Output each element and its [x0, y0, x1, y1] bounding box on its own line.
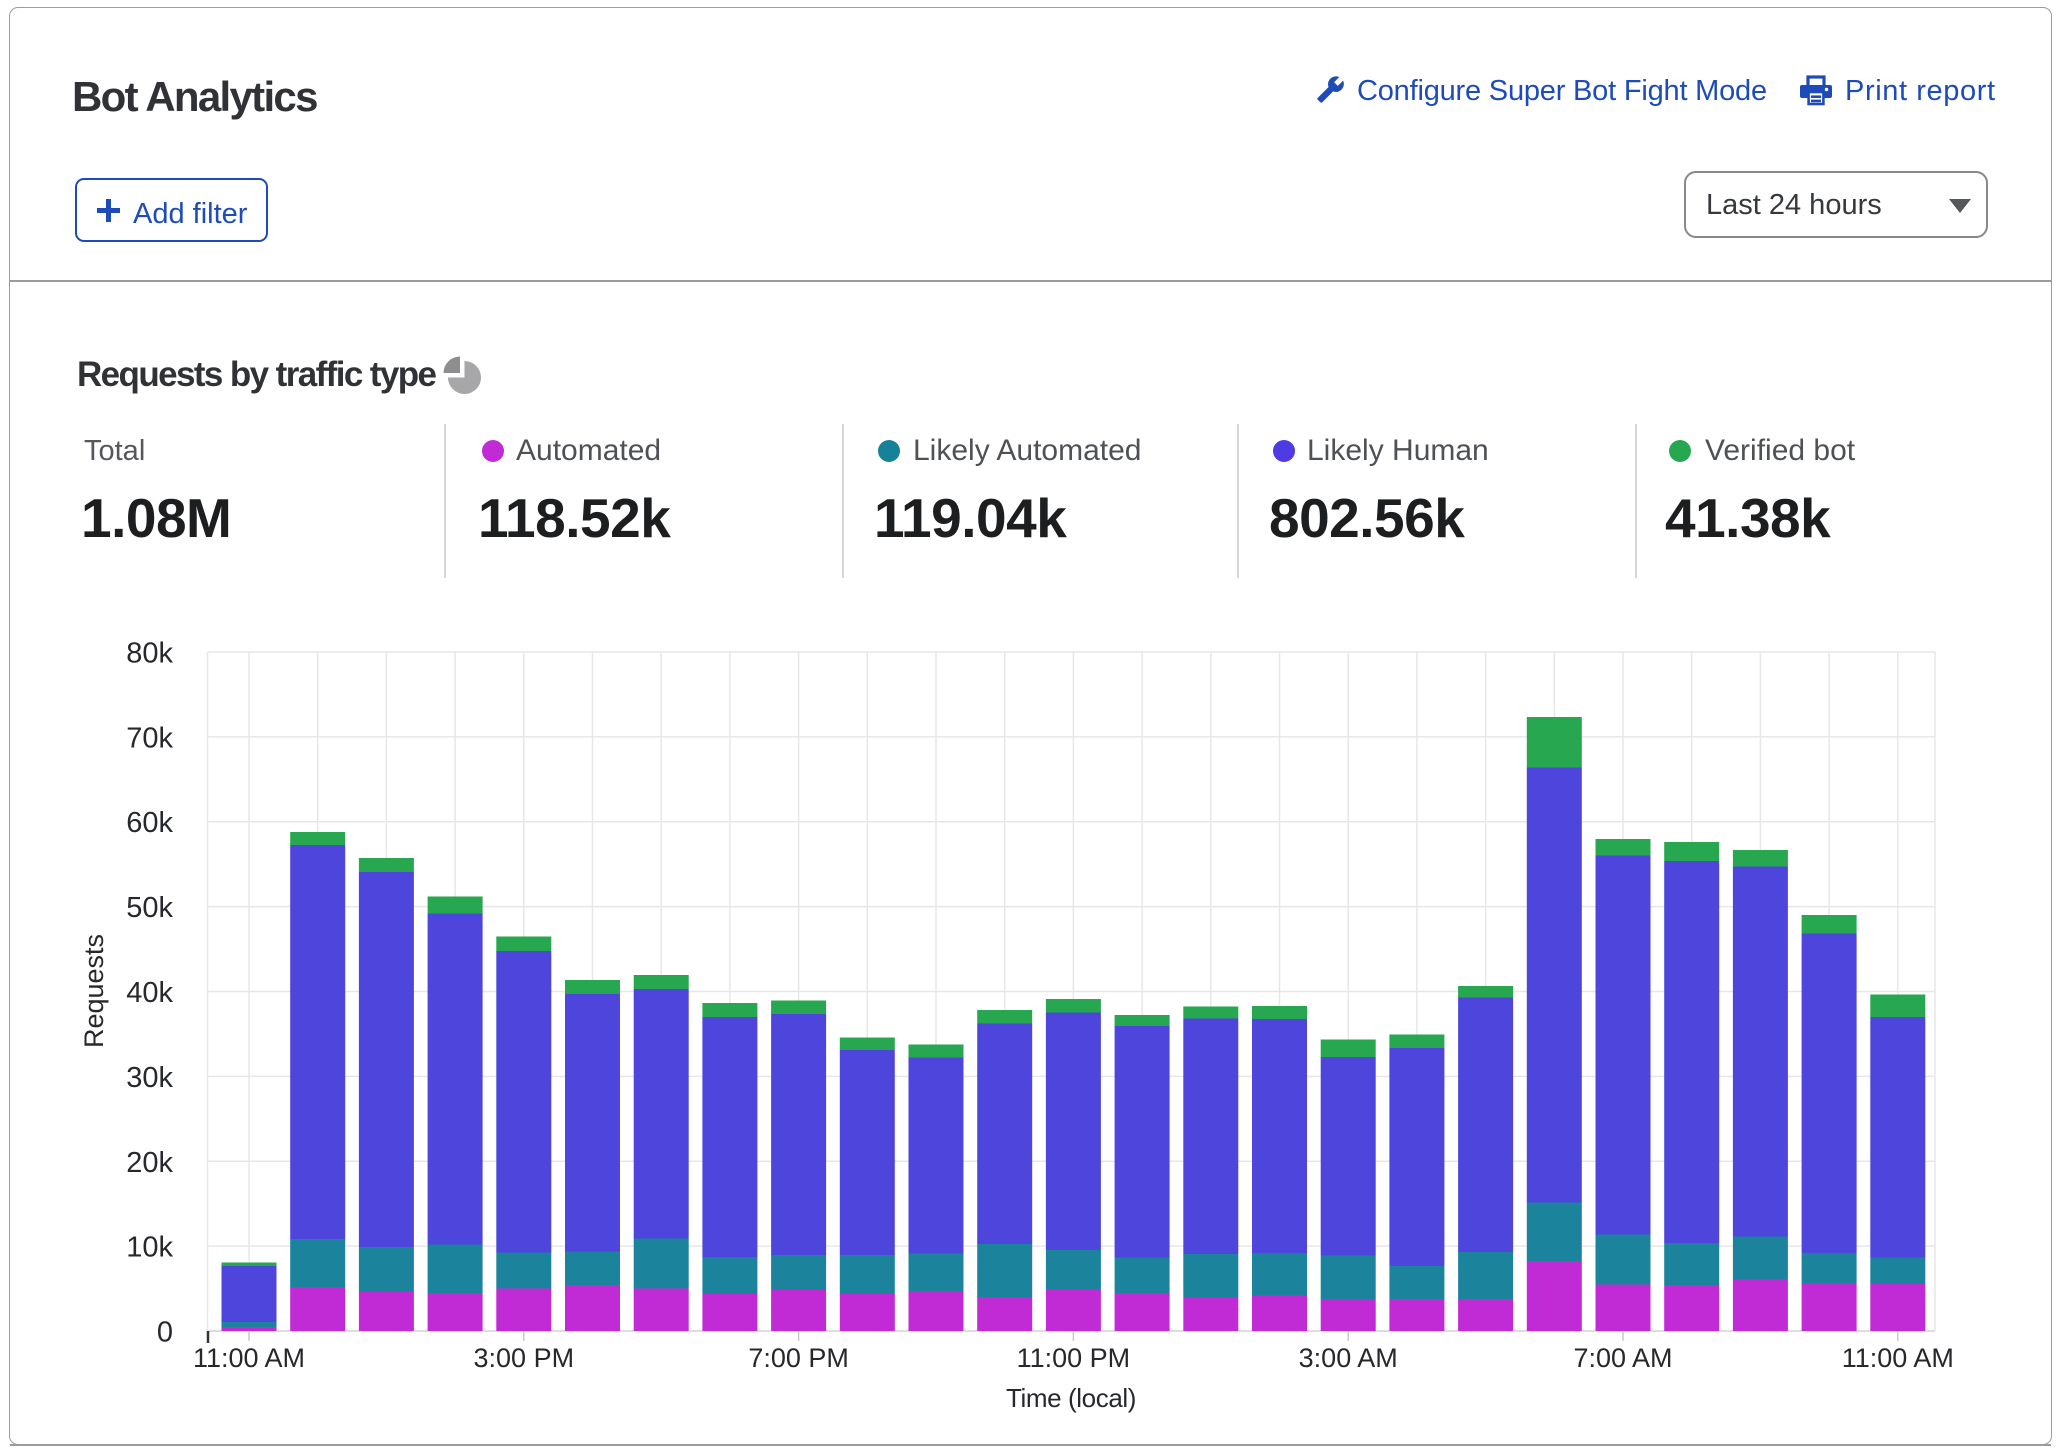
svg-text:60k: 60k	[126, 807, 173, 839]
svg-text:7:00 PM: 7:00 PM	[748, 1343, 849, 1373]
svg-text:50k: 50k	[126, 892, 173, 924]
svg-text:10k: 10k	[126, 1232, 173, 1264]
svg-text:30k: 30k	[126, 1062, 173, 1094]
svg-text:11:00 AM: 11:00 AM	[193, 1343, 305, 1373]
svg-text:70k: 70k	[126, 722, 173, 754]
svg-text:80k: 80k	[126, 638, 173, 670]
svg-text:11:00 PM: 11:00 PM	[1017, 1343, 1131, 1373]
svg-text:Requests: Requests	[79, 934, 109, 1048]
svg-text:0: 0	[157, 1317, 173, 1349]
svg-text:40k: 40k	[126, 977, 173, 1009]
svg-text:20k: 20k	[126, 1147, 173, 1179]
svg-text:7:00 AM: 7:00 AM	[1573, 1343, 1672, 1373]
svg-text:11:00 AM: 11:00 AM	[1842, 1343, 1954, 1373]
svg-text:3:00 AM: 3:00 AM	[1299, 1343, 1398, 1373]
svg-text:3:00 PM: 3:00 PM	[474, 1343, 575, 1373]
svg-text:Time (local): Time (local)	[1006, 1383, 1136, 1413]
